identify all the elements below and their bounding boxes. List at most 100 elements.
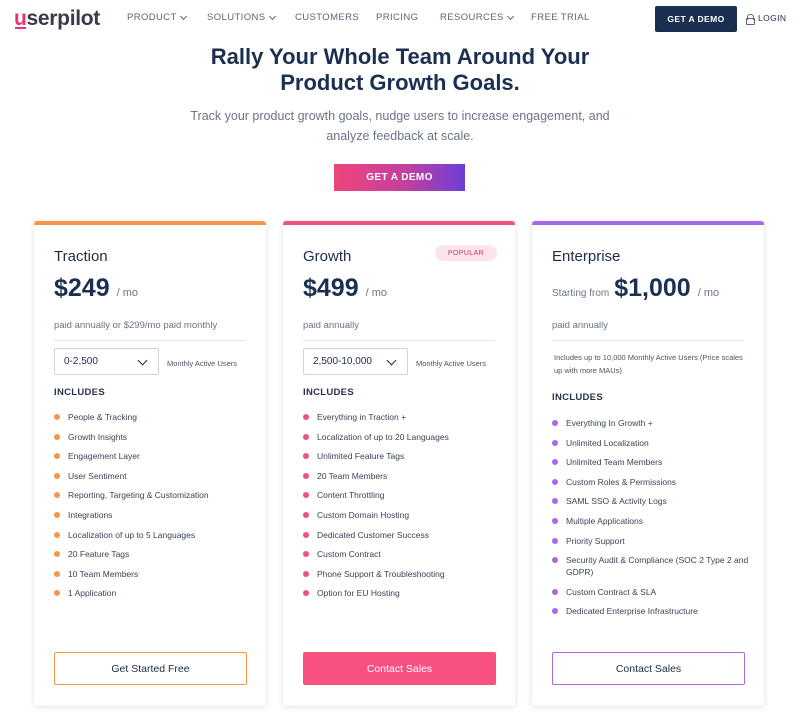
- bullet-dot-icon: [54, 472, 60, 479]
- bullet-dot-icon: [303, 590, 309, 597]
- feature-text: Unlimited Feature Tags: [317, 451, 405, 462]
- list-item: People & Tracking: [54, 411, 254, 423]
- list-item: Security Audit & Compliance (SOC 2 Type …: [552, 554, 752, 578]
- bullet-dot-icon: [552, 588, 558, 595]
- includes-heading: INCLUDES: [303, 387, 354, 398]
- plan-price: $1,000: [614, 274, 691, 302]
- chevron-down-icon: [268, 12, 276, 20]
- get-started-free-button[interactable]: Get Started Free: [54, 652, 247, 685]
- list-item: 1 Application: [54, 587, 254, 599]
- feature-text: Multiple Applications: [566, 515, 644, 526]
- feature-text: Engagement Layer: [68, 451, 140, 462]
- feature-text: Reporting, Targeting & Customization: [68, 490, 209, 501]
- mau-label: Monthly Active Users: [416, 359, 487, 368]
- bullet-dot-icon: [303, 414, 309, 420]
- feature-text: Dedicated Customer Success: [317, 529, 429, 540]
- chevron-down-icon: [386, 355, 397, 366]
- mau-label: Monthly Active Users: [167, 359, 238, 368]
- mau-select[interactable]: 0-2,500: [54, 348, 159, 375]
- includes-heading: INCLUDES: [552, 392, 603, 403]
- price-row: Starting from $1,000 / mo: [552, 274, 719, 303]
- menu-item-customers[interactable]: CUSTOMERS: [295, 12, 359, 23]
- menu-item-resources[interactable]: RESOURCES: [440, 12, 514, 23]
- list-item: Unlimited Team Members: [552, 456, 752, 468]
- menu-label: FREE TRIAL: [531, 12, 590, 23]
- login-link[interactable]: LOGIN: [746, 13, 786, 25]
- list-item: 20 Team Members: [303, 470, 503, 482]
- bullet-dot-icon: [54, 570, 60, 577]
- list-item: Growth Insights: [54, 431, 254, 443]
- mau-select-value: 0-2,500: [64, 356, 98, 367]
- bullet-dot-icon: [303, 453, 309, 460]
- starting-from-label: Starting from: [552, 288, 610, 299]
- subtitle-line-1: Track your product growth goals, nudge u…: [190, 109, 610, 123]
- plan-price: $249: [54, 274, 110, 302]
- feature-text: Custom Contract: [317, 549, 381, 560]
- bullet-dot-icon: [303, 433, 309, 440]
- price-period: / mo: [365, 287, 388, 299]
- list-item: Localization of up to 20 Languages: [303, 431, 503, 443]
- contact-sales-button[interactable]: Contact Sales: [552, 652, 745, 685]
- menu-label: PRICING: [376, 12, 419, 23]
- list-item: 20 Feature Tags: [54, 548, 254, 560]
- plan-name: Growth: [303, 248, 352, 265]
- feature-text: Content Throttling: [317, 490, 385, 501]
- feature-text: Unlimited Localization: [566, 437, 649, 448]
- chevron-down-icon: [179, 12, 187, 20]
- menu-label: RESOURCES: [440, 12, 504, 23]
- feature-text: Localization of up to 20 Languages: [317, 431, 449, 442]
- list-item: Everything in Traction +: [303, 411, 503, 423]
- feature-text: 20 Feature Tags: [68, 549, 130, 560]
- hero-get-a-demo-button[interactable]: GET A DEMO: [334, 164, 465, 191]
- menu-item-solutions[interactable]: SOLUTIONS: [207, 12, 276, 23]
- bullet-dot-icon: [303, 472, 309, 479]
- title-line-1: Rally Your Whole Team Around Your: [210, 44, 590, 69]
- billing-note: paid annually: [552, 320, 744, 341]
- bullet-dot-icon: [54, 433, 60, 440]
- page-subtitle: Track your product growth goals, nudge u…: [180, 106, 620, 146]
- feature-text: SAML SSO & Activity Logs: [566, 496, 667, 507]
- bullet-dot-icon: [552, 498, 558, 505]
- list-item: Dedicated Customer Success: [303, 529, 503, 541]
- bullet-dot-icon: [54, 492, 60, 499]
- bullet-dot-icon: [303, 531, 309, 538]
- feature-text: Custom Contract & SLA: [566, 586, 657, 597]
- bullet-dot-icon: [54, 414, 60, 420]
- userpilot-logo[interactable]: u serpilot: [14, 6, 100, 32]
- card-accent-bar: [34, 221, 266, 225]
- plan-price: $499: [303, 274, 359, 302]
- bullet-dot-icon: [54, 511, 60, 518]
- list-item: Multiple Applications: [552, 515, 752, 527]
- bullet-dot-icon: [552, 478, 558, 485]
- card-accent-bar: [532, 221, 764, 225]
- plan-card-traction: Traction $249 / mo paid annually or $299…: [34, 221, 266, 706]
- bullet-dot-icon: [552, 557, 558, 564]
- bullet-dot-icon: [54, 453, 60, 460]
- menu-item-free-trial[interactable]: FREE TRIAL: [531, 12, 590, 23]
- menu-item-product[interactable]: PRODUCT: [127, 12, 187, 23]
- contact-sales-button[interactable]: Contact Sales: [303, 652, 496, 685]
- title-line-2: Product Growth Goals.: [280, 70, 520, 95]
- list-item: Localization of up to 5 Languages: [54, 529, 254, 541]
- bullet-dot-icon: [552, 420, 558, 426]
- subtitle-line-2: analyze feedback at scale.: [326, 129, 474, 143]
- list-item: Unlimited Feature Tags: [303, 450, 503, 462]
- feature-text: Growth Insights: [68, 431, 128, 442]
- list-item: Priority Support: [552, 535, 752, 547]
- feature-list: Everything in Traction + Localization of…: [303, 411, 503, 607]
- feature-text: Unlimited Team Members: [566, 457, 663, 468]
- bullet-dot-icon: [552, 459, 558, 466]
- menu-label: SOLUTIONS: [207, 12, 266, 23]
- plan-card-enterprise: Enterprise Starting from $1,000 / mo pai…: [532, 221, 764, 706]
- chevron-down-icon: [506, 12, 514, 20]
- plan-name: Enterprise: [552, 248, 621, 265]
- list-item: Reporting, Targeting & Customization: [54, 489, 254, 501]
- page-title: Rally Your Whole Team Around Your Produc…: [150, 44, 650, 96]
- feature-text: Priority Support: [566, 535, 625, 546]
- feature-text: Custom Domain Hosting: [317, 509, 410, 520]
- mau-select[interactable]: 2,500-10,000: [303, 348, 408, 375]
- get-a-demo-button[interactable]: GET A DEMO: [655, 6, 737, 32]
- feature-text: Localization of up to 5 Languages: [68, 529, 196, 540]
- bullet-dot-icon: [54, 531, 60, 538]
- menu-item-pricing[interactable]: PRICING: [376, 12, 418, 23]
